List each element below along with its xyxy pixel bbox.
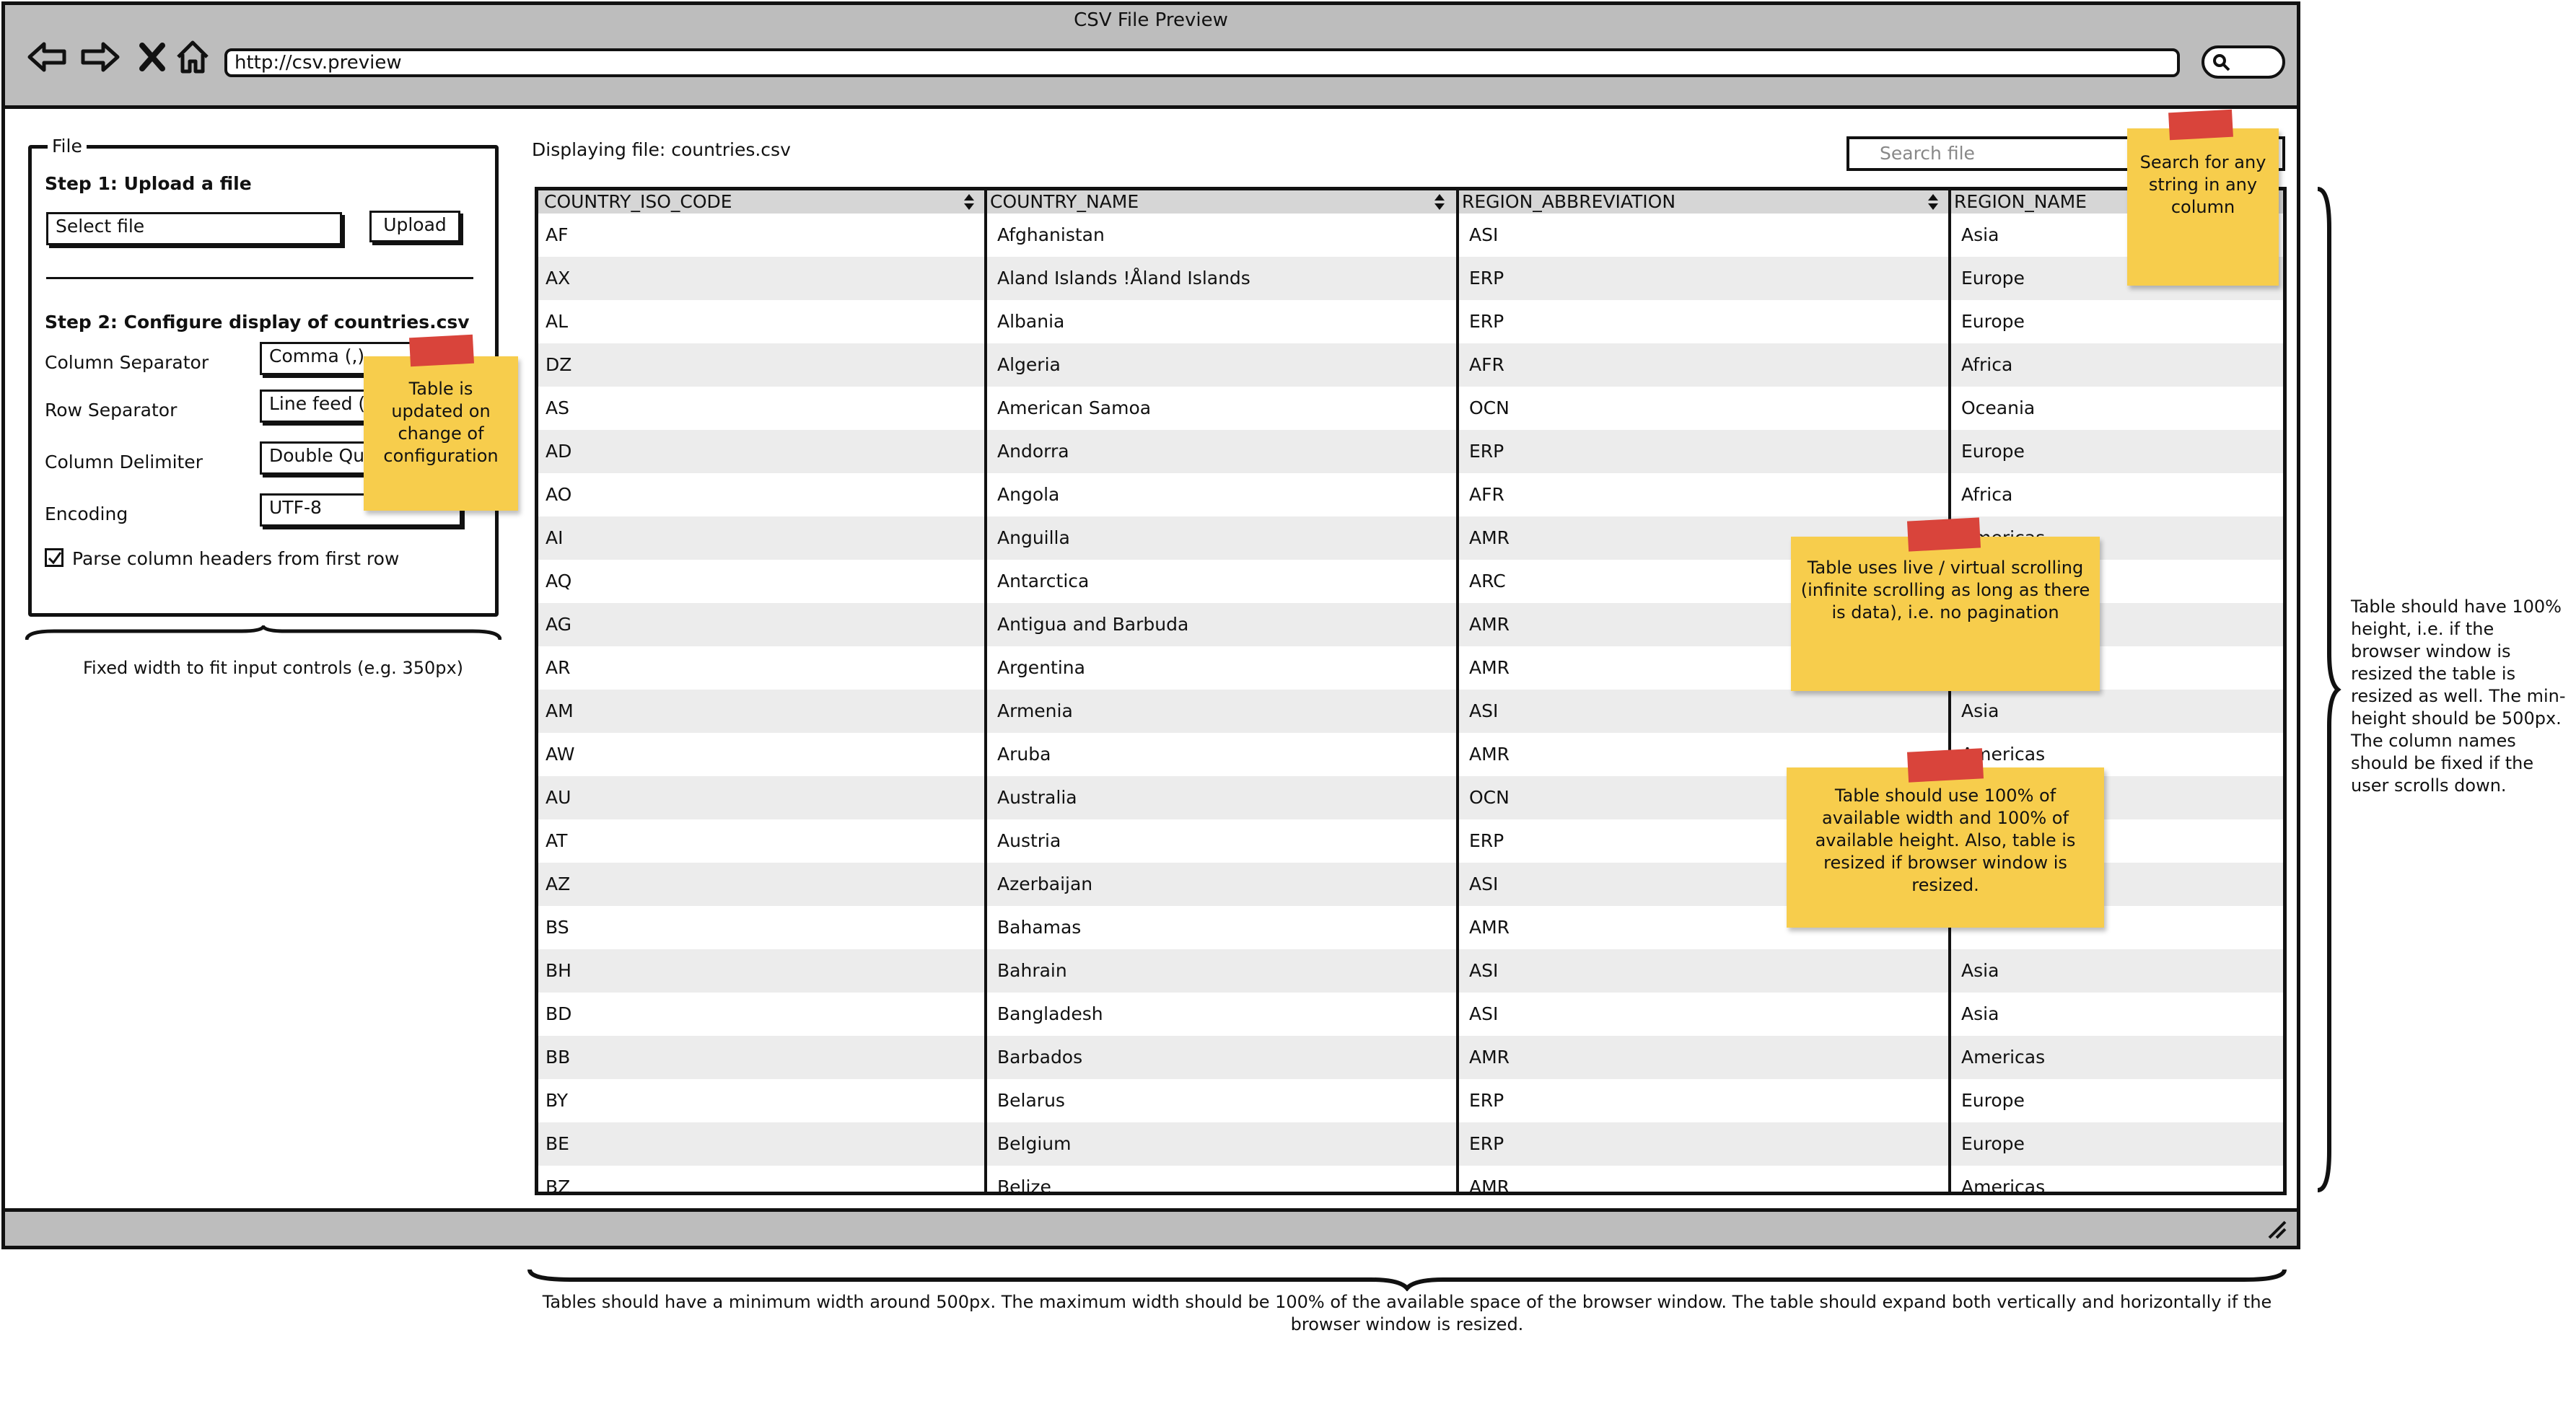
file-legend: File: [48, 136, 87, 157]
column-divider: [538, 190, 987, 1192]
table-cell: Oceania: [1961, 397, 2036, 418]
close-icon[interactable]: [129, 34, 175, 80]
encoding-label: Encoding: [45, 503, 128, 524]
table-cell: Europe: [1961, 441, 2025, 462]
browser-titlebar: CSV File Preview http://csv.preview: [5, 5, 2297, 109]
resize-grip-icon[interactable]: [2266, 1219, 2288, 1241]
table-width-note: Tables should have a minimum width aroun…: [542, 1292, 2272, 1334]
column-divider: [1459, 190, 1951, 1192]
table-cell: Asia: [1961, 700, 1999, 721]
column-divider: [987, 190, 1459, 1192]
sticky-note-width: Table should use 100% of available width…: [1787, 767, 2104, 928]
sticky-note-search: Search for any string in any column: [2127, 128, 2279, 286]
table-height-note: Table should have 100% height, i.e. if t…: [2351, 597, 2566, 796]
table-cell: Europe: [1961, 1133, 2025, 1154]
csv-table[interactable]: AF Afghanistan ASI Asia AX Aland Islands !Åla…: [535, 187, 2287, 1195]
step2-label: Step 2: Configure display of countries.c…: [45, 312, 470, 333]
table-cell: Europe: [1961, 1090, 2025, 1111]
height-brace: [2317, 187, 2341, 1192]
tape: [409, 334, 474, 367]
parse-headers-checkbox[interactable]: [45, 548, 63, 567]
browser-search-field[interactable]: [2202, 45, 2285, 79]
table-cell: Asia: [1961, 1003, 1999, 1024]
table-cell: Asia: [1961, 960, 1999, 981]
address-bar[interactable]: http://csv.preview: [224, 48, 2180, 77]
browser-statusbar: [5, 1208, 2297, 1246]
checkmark-icon: [48, 552, 62, 565]
column-separator-label: Column Separator: [45, 352, 209, 373]
column-delimiter-label: Column Delimiter: [45, 452, 203, 472]
divider: [46, 277, 473, 279]
sticky-note-config: Table is updated on change of configurat…: [364, 356, 518, 511]
file-select-input[interactable]: Select file: [46, 212, 342, 245]
home-icon[interactable]: [170, 34, 216, 80]
back-icon[interactable]: [24, 34, 70, 80]
table-cell: Africa: [1961, 484, 2013, 505]
search-icon: [2213, 54, 2230, 71]
sidebar-width-note: Fixed width to fit input controls (e.g. …: [83, 658, 464, 678]
tape: [1906, 517, 1981, 552]
parse-headers-label: Parse column headers from first row: [72, 548, 400, 569]
table-cell: Americas: [1961, 1047, 2046, 1068]
step1-label: Step 1: Upload a file: [45, 173, 252, 194]
window-title: CSV File Preview: [1074, 9, 1228, 31]
row-separator-label: Row Separator: [45, 400, 178, 421]
table-cell: Europe: [1961, 311, 2025, 332]
upload-button[interactable]: Upload: [369, 211, 460, 242]
tape: [1906, 748, 1984, 783]
width-brace: [527, 1269, 2287, 1291]
sticky-note-scrolling: Table uses live / virtual scrolling (inf…: [1791, 537, 2100, 691]
sidebar-brace: [25, 625, 501, 641]
table-cell: Americas: [1961, 1176, 2046, 1195]
forward-icon[interactable]: [77, 34, 123, 80]
displaying-file-label: Displaying file: countries.csv: [532, 139, 791, 160]
table-cell: Africa: [1961, 354, 2013, 375]
tape: [2168, 109, 2233, 141]
